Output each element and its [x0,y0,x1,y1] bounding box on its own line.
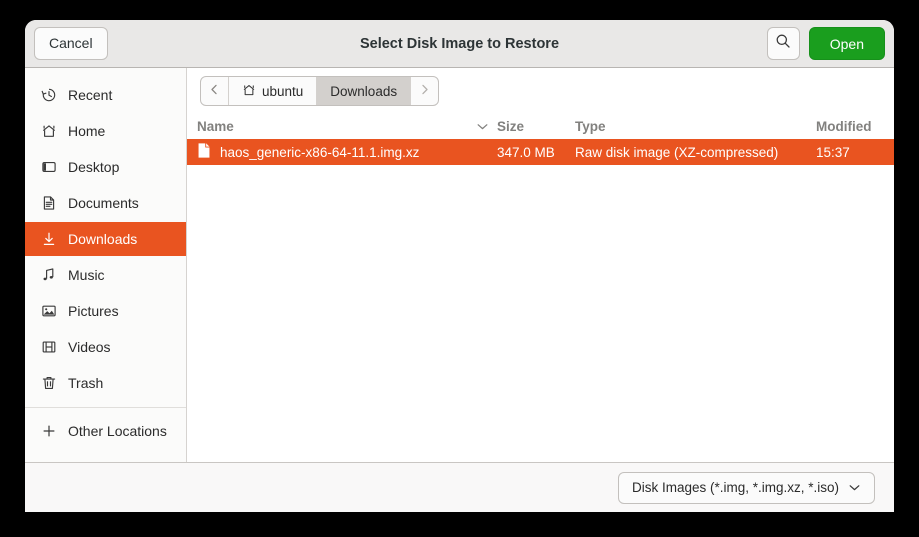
search-icon [775,33,791,54]
sidebar-item-label: Home [68,123,105,139]
chevron-down-icon [848,480,861,495]
document-icon [40,195,57,212]
breadcrumb: ubuntu Downloads [200,76,439,106]
column-header-name[interactable]: Name [197,119,497,134]
trash-icon [40,375,57,392]
sidebar-item-label: Recent [68,87,112,103]
sidebar-item-downloads[interactable]: Downloads [25,222,186,256]
table-row[interactable]: haos_generic-x86-64-11.1.img.xz 347.0 MB… [187,139,894,165]
filter-label: Disk Images (*.img, *.img.xz, *.iso) [632,480,839,495]
pathbar-row: ubuntu Downloads [187,68,894,114]
home-icon [40,123,57,140]
header-bar: Cancel Select Disk Image to Restore Open [25,20,894,68]
file-list: haos_generic-x86-64-11.1.img.xz 347.0 MB… [187,139,894,462]
video-icon [40,339,57,356]
chevron-left-icon [209,83,220,99]
header-actions: Open [767,27,885,60]
breadcrumb-segment-downloads[interactable]: Downloads [317,77,411,105]
file-name: haos_generic-x86-64-11.1.img.xz [220,145,419,160]
desktop-icon [40,159,57,176]
breadcrumb-back-button[interactable] [201,77,229,105]
sidebar-item-trash[interactable]: Trash [31,366,180,400]
sidebar-item-label: Videos [68,339,111,355]
sidebar-item-home[interactable]: Home [31,114,180,148]
file-icon [197,142,211,162]
search-button[interactable] [767,27,800,60]
dialog-body: Recent Home [25,68,894,462]
sidebar-item-label: Downloads [68,231,137,247]
sidebar-item-label: Documents [68,195,139,211]
dialog-footer: Disk Images (*.img, *.img.xz, *.iso) [25,462,894,512]
chevron-down-icon [476,119,489,134]
sidebar-item-videos[interactable]: Videos [31,330,180,364]
sidebar-item-documents[interactable]: Documents [31,186,180,220]
file-browser: ubuntu Downloads [187,68,894,462]
chevron-right-icon [419,83,430,99]
column-header-modified[interactable]: Modified [816,119,882,134]
breadcrumb-forward-button[interactable] [411,77,438,105]
breadcrumb-segment-ubuntu[interactable]: ubuntu [229,77,317,105]
clock-icon [40,87,57,104]
sidebar-item-label: Other Locations [68,423,167,439]
file-modified: 15:37 [816,145,882,160]
file-name-cell: haos_generic-x86-64-11.1.img.xz [197,142,497,162]
plus-icon [40,423,57,440]
file-chooser-dialog: Cancel Select Disk Image to Restore Open [25,20,894,512]
file-type: Raw disk image (XZ-compressed) [575,145,816,160]
download-icon [40,231,57,248]
image-icon [40,303,57,320]
cancel-button[interactable]: Cancel [34,27,108,60]
sidebar-item-label: Pictures [68,303,119,319]
open-button[interactable]: Open [809,27,885,60]
file-type-filter-dropdown[interactable]: Disk Images (*.img, *.img.xz, *.iso) [618,472,875,504]
dialog-title: Select Disk Image to Restore [25,36,894,52]
sidebar-item-other-locations[interactable]: Other Locations [31,414,180,448]
breadcrumb-label: Downloads [330,84,397,99]
file-size: 347.0 MB [497,145,575,160]
sidebar-item-music[interactable]: Music [31,258,180,292]
sidebar-item-label: Music [68,267,105,283]
sidebar-divider [25,407,186,408]
sidebar-item-desktop[interactable]: Desktop [31,150,180,184]
sidebar-item-pictures[interactable]: Pictures [31,294,180,328]
home-icon [242,83,256,100]
sidebar-item-recent[interactable]: Recent [31,78,180,112]
column-headers: Name Size Type Modified [187,114,894,139]
sidebar-item-label: Trash [68,375,103,391]
column-header-label: Name [197,119,234,134]
column-header-size[interactable]: Size [497,119,575,134]
music-icon [40,267,57,284]
breadcrumb-label: ubuntu [262,84,303,99]
places-sidebar: Recent Home [25,68,187,462]
sidebar-item-label: Desktop [68,159,119,175]
column-header-type[interactable]: Type [575,119,816,134]
